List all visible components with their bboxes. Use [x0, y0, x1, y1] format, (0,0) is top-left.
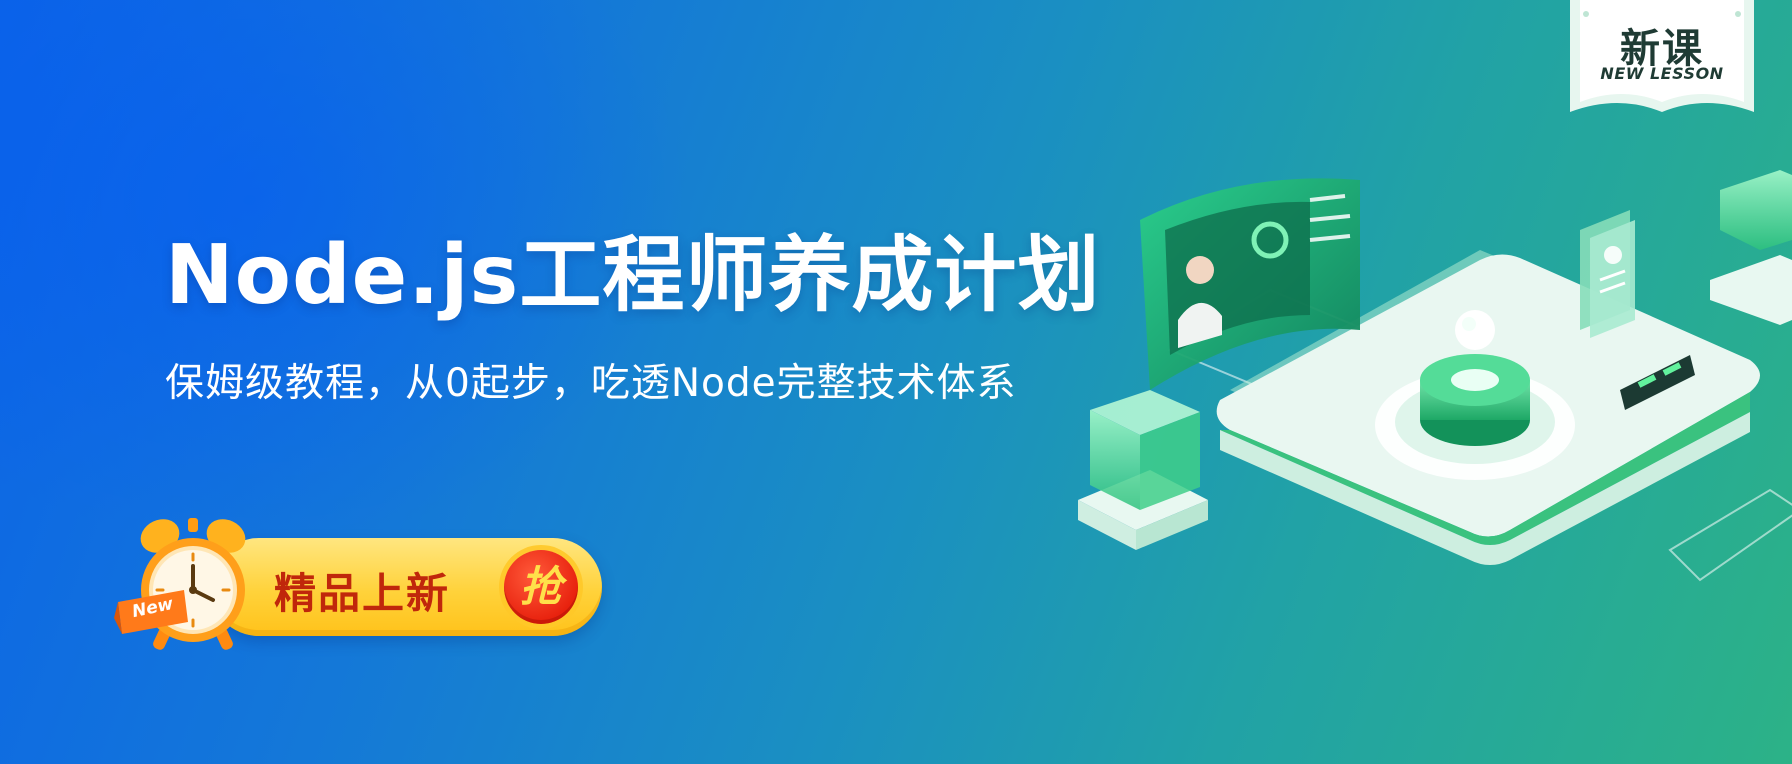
node-platform-illustration: [1078, 170, 1792, 565]
alarm-clock-icon: New: [114, 510, 268, 660]
banner-subtitle: 保姆级教程，从0起步，吃透Node完整技术体系: [165, 361, 1017, 406]
cta-label: 精品上新: [274, 569, 451, 618]
badge-subtitle: NEW LESSON: [1600, 64, 1724, 83]
new-course-cta-button[interactable]: 精品上新 抢: [210, 538, 602, 636]
new-lesson-badge: 新课 NEW LESSON: [1566, 0, 1758, 124]
course-banner[interactable]: Node.js工程师养成计划 保姆级教程，从0起步，吃透Node完整技术体系 精…: [0, 0, 1792, 764]
grab-button[interactable]: 抢: [504, 550, 578, 624]
banner-title: Node.js工程师养成计划: [165, 228, 1101, 323]
